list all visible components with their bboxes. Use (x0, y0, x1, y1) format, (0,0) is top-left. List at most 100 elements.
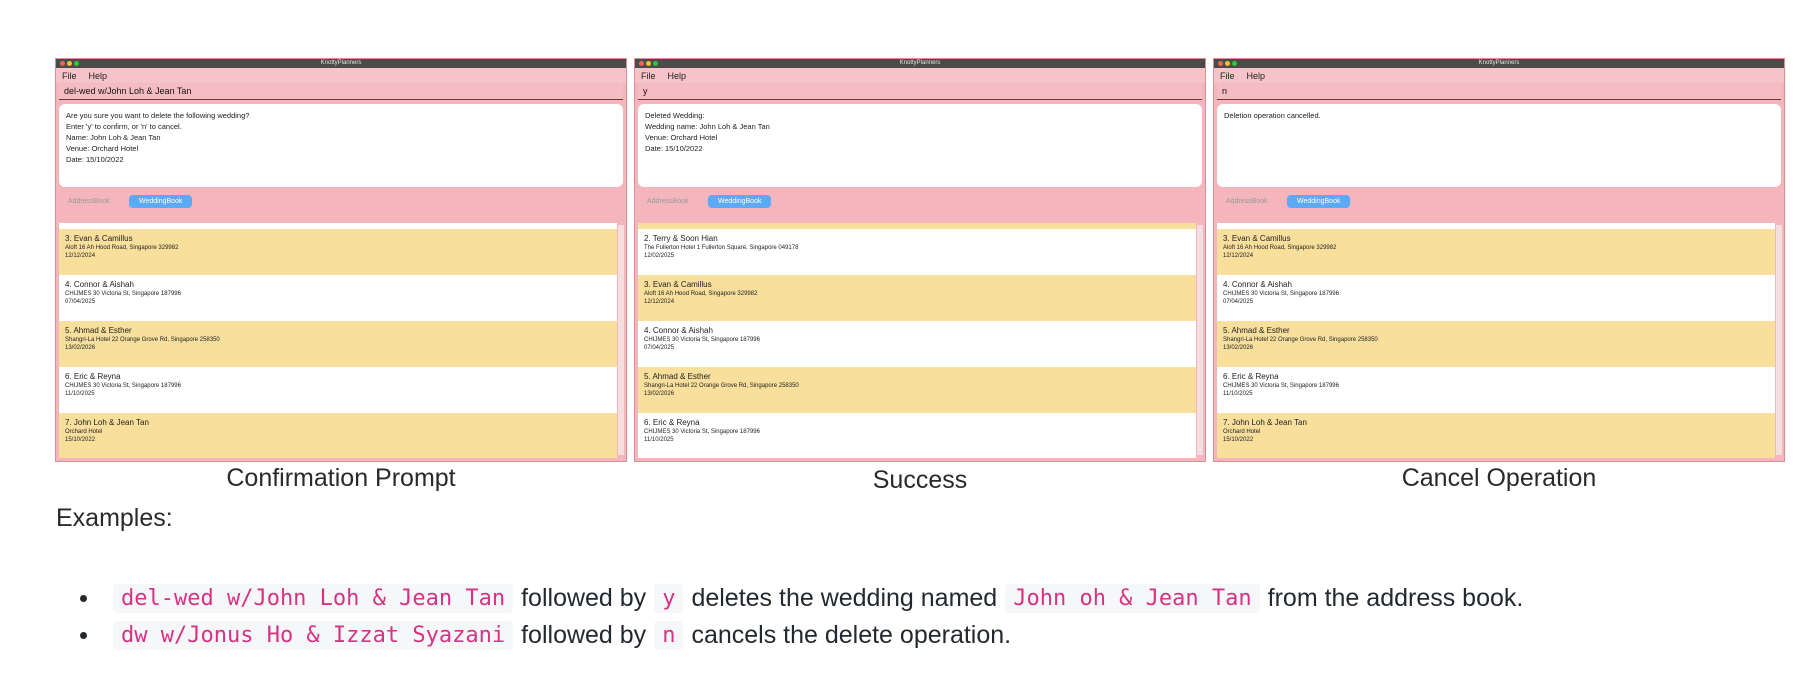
tab-weddingbook[interactable]: WeddingBook (129, 195, 193, 208)
wedding-date: 15/10/2022 (65, 437, 96, 443)
menu-file[interactable]: File (62, 71, 77, 81)
scrollbar[interactable] (1776, 225, 1782, 455)
tab-bar: AddressBook WeddingBook (56, 191, 626, 215)
title-bar: KnottyPlanners (1214, 59, 1784, 68)
wedding-address: Orchard Hotel (1223, 429, 1261, 435)
inline-code: John oh & Jean Tan (1005, 584, 1260, 613)
wedding-list: 3. Evan & Camillus Aloft 16 Ah Hood Road… (1217, 223, 1775, 458)
menu-file[interactable]: File (641, 71, 656, 81)
tab-addressbook[interactable]: AddressBook (68, 198, 110, 205)
list-item[interactable]: 3. Evan & Camillus Aloft 16 Ah Hood Road… (59, 229, 617, 275)
list-item[interactable]: 4. Connor & Aishah CHIJMES 30 Victoria S… (638, 321, 1196, 367)
menu-help[interactable]: Help (668, 71, 687, 81)
examples-list: del-wed w/John Loh & Jean Tan followed b… (80, 580, 1523, 654)
example-text: followed by (521, 621, 647, 649)
wedding-name: 5. Ahmad & Esther (644, 372, 711, 381)
window-title: KnottyPlanners (899, 60, 941, 66)
wedding-name: 7. John Loh & Jean Tan (1223, 418, 1307, 427)
wedding-address: CHIJMES 30 Victoria St, Singapore 187996 (1223, 383, 1339, 389)
wedding-name: 7. John Loh & Jean Tan (65, 418, 149, 427)
command-input[interactable]: del-wed w/John Loh & Jean Tan (59, 83, 623, 100)
wedding-date: 07/04/2025 (65, 299, 96, 305)
wedding-address: Shangri-La Hotel 22 Orange Grove Rd, Sin… (644, 383, 799, 389)
wedding-name: 6. Eric & Reyna (1223, 372, 1279, 381)
tab-addressbook[interactable]: AddressBook (1226, 198, 1268, 205)
list-item[interactable]: 6. Eric & Reyna CHIJMES 30 Victoria St, … (59, 367, 617, 413)
inline-code: n (654, 621, 684, 650)
wedding-address: Shangri-La Hotel 22 Orange Grove Rd, Sin… (1223, 337, 1378, 343)
caption-cancel: Cancel Operation (1401, 464, 1597, 492)
wedding-list: 3. Evan & Camillus Aloft 16 Ah Hood Road… (59, 223, 617, 458)
command-input[interactable]: y (638, 83, 1202, 100)
list-item[interactable]: 6. Eric & Reyna CHIJMES 30 Victoria St, … (638, 413, 1196, 458)
wedding-address: The Fullerton Hotel 1 Fullerton Square, … (644, 245, 799, 251)
list-item[interactable]: 4. Connor & Aishah CHIJMES 30 Victoria S… (1217, 275, 1775, 321)
list-item[interactable]: 7. John Loh & Jean Tan Orchard Hotel 15/… (59, 413, 617, 458)
example-text: from the address book. (1267, 584, 1524, 612)
inline-code: del-wed w/John Loh & Jean Tan (113, 584, 514, 613)
examples-heading: Examples: (56, 504, 173, 532)
list-item[interactable]: 5. Ahmad & Esther Shangri-La Hotel 22 Or… (59, 321, 617, 367)
wedding-date: 11/10/2025 (1223, 391, 1253, 397)
wedding-date: 12/12/2024 (644, 299, 675, 305)
wedding-date: 12/02/2025 (644, 253, 675, 259)
scrollbar[interactable] (618, 225, 624, 455)
wedding-address: CHIJMES 30 Victoria St, Singapore 187996 (1223, 291, 1339, 297)
tab-weddingbook[interactable]: WeddingBook (1287, 195, 1351, 208)
wedding-name: 2. Terry & Soon Hian (644, 234, 718, 243)
wedding-date: 13/02/2026 (65, 345, 96, 351)
wedding-address: Aloft 16 Ah Hood Road, Singapore 329982 (644, 291, 758, 297)
wedding-date: 12/12/2024 (1223, 253, 1254, 259)
result-display: Deletion operation cancelled. (1217, 104, 1781, 187)
wedding-name: 3. Evan & Camillus (1223, 234, 1291, 243)
wedding-address: Shangri-La Hotel 22 Orange Grove Rd, Sin… (65, 337, 220, 343)
wedding-address: CHIJMES 30 Victoria St, Singapore 187996 (644, 337, 760, 343)
result-display: Are you sure you want to delete the foll… (59, 104, 623, 187)
tab-weddingbook[interactable]: WeddingBook (708, 195, 772, 208)
title-bar: KnottyPlanners (635, 59, 1205, 68)
screenshot-cancel: KnottyPlanners File Help n Deletion oper… (1213, 58, 1785, 462)
menu-help[interactable]: Help (89, 71, 108, 81)
wedding-name: 3. Evan & Camillus (644, 280, 712, 289)
tab-bar: AddressBook WeddingBook (635, 191, 1205, 215)
example-text: cancels the delete operation. (691, 621, 1012, 649)
wedding-name: 5. Ahmad & Esther (65, 326, 132, 335)
list-item[interactable]: 2. Terry & Soon Hian The Fullerton Hotel… (638, 229, 1196, 275)
caption-success: Success (872, 466, 968, 494)
screenshot-confirmation: KnottyPlanners File Help del-wed w/John … (55, 58, 627, 462)
screenshot-success: KnottyPlanners File Help y Deleted Weddi… (634, 58, 1206, 462)
menu-help[interactable]: Help (1247, 71, 1266, 81)
wedding-address: Aloft 16 Ah Hood Road, Singapore 329982 (65, 245, 179, 251)
list-item[interactable]: 5. Ahmad & Esther Shangri-La Hotel 22 Or… (1217, 321, 1775, 367)
list-item: del-wed w/John Loh & Jean Tan followed b… (80, 580, 1523, 617)
window-title: KnottyPlanners (320, 60, 362, 66)
list-item[interactable]: 6. Eric & Reyna CHIJMES 30 Victoria St, … (1217, 367, 1775, 413)
wedding-name: 4. Connor & Aishah (644, 326, 713, 335)
scrollbar[interactable] (1197, 225, 1203, 455)
wedding-name: 5. Ahmad & Esther (1223, 326, 1290, 335)
tab-bar: AddressBook WeddingBook (1214, 191, 1784, 215)
wedding-address: CHIJMES 30 Victoria St, Singapore 187996 (65, 291, 181, 297)
wedding-date: 13/02/2026 (1223, 345, 1254, 351)
wedding-list: 2. Terry & Soon Hian The Fullerton Hotel… (638, 223, 1196, 458)
command-input[interactable]: n (1217, 83, 1781, 100)
tab-addressbook[interactable]: AddressBook (647, 198, 689, 205)
caption-confirmation: Confirmation Prompt (226, 464, 456, 492)
list-item[interactable]: 3. Evan & Camillus Aloft 16 Ah Hood Road… (638, 275, 1196, 321)
wedding-name: 6. Eric & Reyna (65, 372, 121, 381)
wedding-name: 4. Connor & Aishah (1223, 280, 1292, 289)
wedding-date: 11/10/2025 (65, 391, 95, 397)
list-item[interactable]: 7. John Loh & Jean Tan Orchard Hotel 15/… (1217, 413, 1775, 458)
wedding-address: Orchard Hotel (65, 429, 103, 435)
inline-code: y (654, 584, 684, 613)
wedding-address: CHIJMES 30 Victoria St, Singapore 187996 (65, 383, 181, 389)
list-item[interactable]: 5. Ahmad & Esther Shangri-La Hotel 22 Or… (638, 367, 1196, 413)
list-item[interactable]: 4. Connor & Aishah CHIJMES 30 Victoria S… (59, 275, 617, 321)
wedding-date: 11/10/2025 (644, 437, 674, 443)
list-item[interactable]: 3. Evan & Camillus Aloft 16 Ah Hood Road… (1217, 229, 1775, 275)
menu-file[interactable]: File (1220, 71, 1235, 81)
wedding-name: 6. Eric & Reyna (644, 418, 700, 427)
example-text: followed by (521, 584, 647, 612)
bullet-icon (80, 595, 87, 602)
menu-bar: File Help (1214, 68, 1784, 83)
